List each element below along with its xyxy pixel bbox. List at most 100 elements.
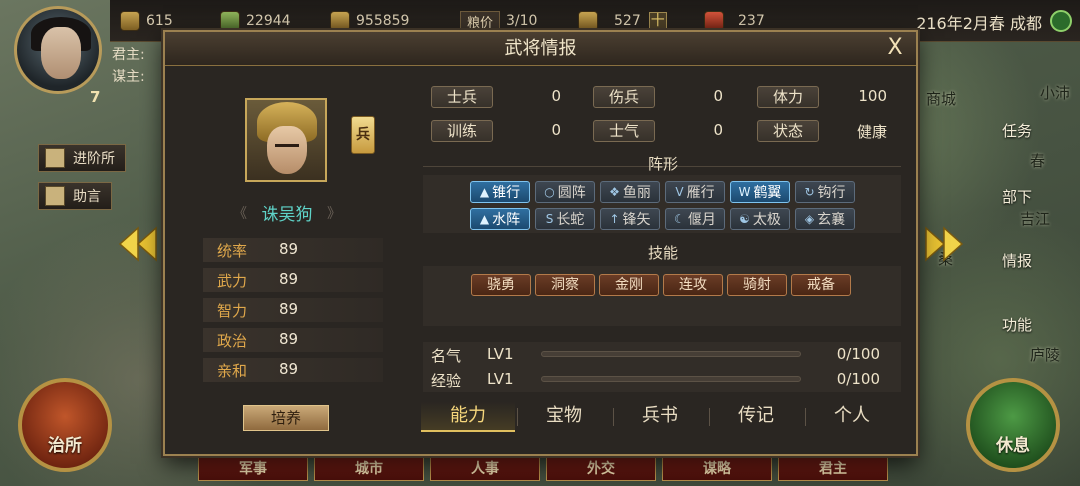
tab-biography[interactable]: 传记 [709,402,803,432]
map-label-xiaopei[interactable]: 小沛 [1040,82,1070,103]
coin-resource: 527 十 [578,10,667,32]
map-label-luling: 庐陵 [1030,346,1061,364]
formation-changshe[interactable]: S 长蛇 [535,208,595,230]
rest-button[interactable]: 休息 [966,378,1060,472]
advance-button[interactable]: 进阶所 [38,144,126,172]
unit-type-badge: 兵 [351,116,375,154]
troops-value: 955859 [356,13,410,29]
status-label-morale: 士气 [593,120,655,142]
fame-label: 名气 [431,347,462,365]
formation-fengshi[interactable]: ↑ 锋矢 [600,208,660,230]
advice-button[interactable]: 助言 [38,182,112,210]
close-button[interactable]: X [884,37,906,59]
stat-row-command: 统率 89 [203,238,383,262]
formation-icon: V [675,185,684,199]
formation-heyi[interactable]: W 鹤翼 [730,181,790,203]
tab-military-book[interactable]: 兵书 [613,402,707,432]
map-label-task[interactable]: 任务 [1002,120,1032,141]
formation-xuanxiang[interactable]: ◈ 玄襄 [795,208,855,230]
settings-icon[interactable] [1050,10,1072,32]
chevron-right-icon [925,226,964,262]
map-label-intel[interactable]: 情报 [1002,250,1032,271]
map-label-subordinates[interactable]: 部下 [1002,186,1032,207]
status-value-soldiers: 0 [551,87,561,105]
exp-value: 0/100 [836,370,880,388]
stat-row-force: 武力 89 [203,268,383,292]
token-value: 237 [738,13,765,29]
advisor-label: 谋主: [112,69,145,85]
map-label-shop[interactable]: 商城 [926,88,956,109]
date-location: 216年2月春 成都 [916,14,1042,33]
formation-yuli[interactable]: ❖ 鱼丽 [600,181,660,203]
formation-zhuixing[interactable]: ▲ 锥行 [470,181,530,203]
exp-progress-bar [541,376,801,382]
menu-military[interactable]: 军事 [198,457,308,481]
formation-icon: ▲ [479,185,490,199]
formation-icon: S [545,212,554,226]
add-coin-button[interactable]: 十 [648,12,667,30]
troops-icon [330,11,350,31]
formation-gouxing[interactable]: ↻ 钩行 [795,181,855,203]
prev-general-arrow[interactable] [118,226,158,262]
formation-title: 阵形 [647,155,678,173]
grain-price-label: 粮价 [460,10,501,32]
formation-label: 雁行 [686,185,715,201]
next-general-arrow[interactable] [924,226,964,262]
advice-label: 助言 [73,189,101,205]
menu-personnel[interactable]: 人事 [430,457,540,481]
book-icon [45,186,65,206]
lord-label: 君主: [112,47,145,63]
skill-qishe[interactable]: 骑射 [727,274,787,296]
grain-value: 22944 [246,13,291,29]
stat-label: 亲和 [217,362,248,380]
skill-dongcha[interactable]: 洞察 [535,274,595,296]
tab-treasure[interactable]: 宝物 [517,402,611,432]
formation-icon: ☾ [674,212,685,226]
formation-label: 圆阵 [557,185,586,201]
formation-label: 长蛇 [556,212,585,228]
formation-icon: ◈ [804,212,815,226]
formation-label: 钩行 [817,185,846,201]
govern-button[interactable]: 治所 [18,378,112,472]
tab-personal[interactable]: 个人 [805,402,899,432]
menu-lord[interactable]: 君主 [778,457,888,481]
fame-value: 0/100 [836,345,880,363]
status-value-morale: 0 [713,121,723,139]
general-info-dialog: 武将情报 X 兵 《 诛吴狗 》 统率 89 武力 89 智力 89 政治 89… [163,30,918,456]
map-label-function[interactable]: 功能 [1002,314,1032,335]
formation-yanxing[interactable]: V 雁行 [665,181,725,203]
stat-row-politics: 政治 89 [203,328,383,352]
formation-icon: ❖ [609,185,620,199]
formation-label: 锋矢 [622,212,651,228]
gold-icon [120,11,140,31]
stat-value: 89 [279,360,299,378]
formation-yuanzhen[interactable]: ○ 圆阵 [535,181,595,203]
formation-shuizhen[interactable]: ▲ 水阵 [470,208,530,230]
map-label-chun: 春 [1030,152,1046,170]
skill-xiaoyong[interactable]: 骁勇 [471,274,531,296]
formation-taiji[interactable]: ☯ 太极 [730,208,790,230]
stat-label: 政治 [217,332,248,350]
exp-label: 经验 [431,372,462,390]
menu-strategy[interactable]: 谋略 [662,457,772,481]
troops-resource: 955859 [330,10,409,32]
dialog-title: 武将情报 [165,32,916,66]
formation-label: 玄襄 [817,212,846,228]
tab-ability[interactable]: 能力 [421,402,515,432]
lord-avatar[interactable] [14,6,102,94]
formation-yanyue[interactable]: ☾ 偃月 [665,208,725,230]
status-label-training: 训练 [431,120,493,142]
formation-label: 鹤翼 [753,185,782,201]
coin-value: 527 [614,13,641,29]
menu-diplomacy[interactable]: 外交 [546,457,656,481]
menu-city[interactable]: 城市 [314,457,424,481]
formation-icon: ↻ [804,185,815,199]
skill-jiebei[interactable]: 戒备 [791,274,851,296]
skill-liangong[interactable]: 连攻 [663,274,723,296]
formation-icon: W [738,185,751,199]
skill-jingang[interactable]: 金刚 [599,274,659,296]
gold-resource: 615 [120,10,173,32]
cultivate-button[interactable]: 培养 [243,405,329,431]
stat-label: 统率 [217,242,248,260]
stat-value: 89 [279,300,299,318]
